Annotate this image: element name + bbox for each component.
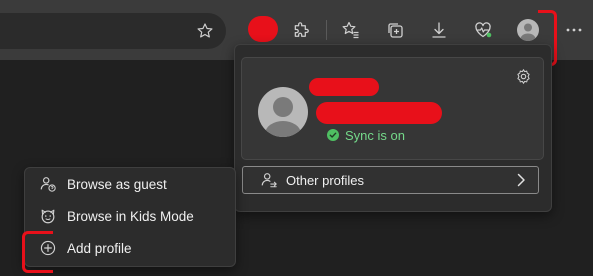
- redacted-profile-email: [316, 102, 442, 124]
- menu-item-label: Add profile: [67, 240, 132, 256]
- downloads-icon[interactable]: [428, 19, 450, 41]
- redacted-extension-icon: [248, 16, 278, 42]
- gear-icon[interactable]: [513, 66, 533, 86]
- toolbar-divider: [326, 20, 327, 40]
- redacted-profile-name: [309, 78, 379, 96]
- other-profiles-button[interactable]: Other profiles: [242, 166, 539, 194]
- address-bar[interactable]: [0, 13, 226, 49]
- check-icon: [327, 129, 339, 141]
- menu-item-browse-in-kids-mode[interactable]: Browse in Kids Mode: [25, 201, 233, 231]
- more-options-icon[interactable]: [564, 20, 584, 40]
- collections-icon[interactable]: [384, 19, 406, 41]
- other-profiles-label: Other profiles: [286, 172, 365, 188]
- sync-status-label: Sync is on: [345, 127, 405, 143]
- switch-profile-icon: [260, 171, 278, 189]
- star-icon[interactable]: [195, 21, 215, 41]
- browser-essentials-icon[interactable]: [472, 19, 494, 41]
- guest-icon: [38, 174, 58, 194]
- menu-item-label: Browse as guest: [67, 176, 167, 192]
- profile-avatar-large: [258, 87, 308, 137]
- extensions-icon[interactable]: [290, 19, 312, 41]
- favorites-icon[interactable]: [340, 19, 362, 41]
- menu-item-browse-as-guest[interactable]: Browse as guest: [25, 169, 233, 199]
- chevron-right-icon: [513, 172, 529, 188]
- sync-status: Sync is on: [327, 127, 405, 143]
- menu-item-add-profile[interactable]: Add profile: [25, 233, 233, 263]
- annotation-bracket-add-profile: [22, 231, 53, 273]
- profile-avatar-icon[interactable]: [516, 18, 540, 42]
- menu-item-label: Browse in Kids Mode: [67, 208, 194, 224]
- kids-mode-icon: [38, 206, 58, 226]
